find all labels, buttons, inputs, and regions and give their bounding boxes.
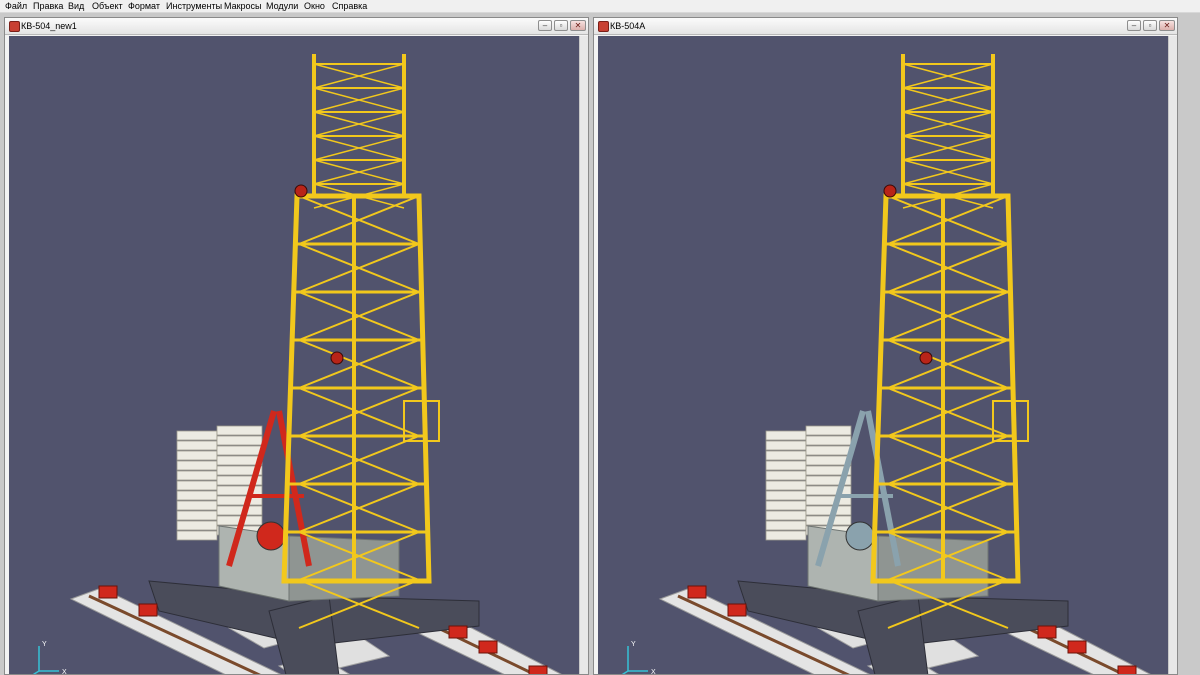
axis-label-x: X (651, 669, 656, 674)
3d-viewport[interactable]: YXZ (598, 36, 1168, 674)
close-button[interactable]: ✕ (570, 20, 586, 31)
restore-button[interactable]: ▫ (1143, 20, 1157, 31)
minimize-button[interactable]: – (1127, 20, 1141, 31)
menu-window[interactable]: Окно (304, 0, 325, 12)
axis-label-y: Y (631, 641, 636, 648)
menu-object[interactable]: Объект (92, 0, 123, 12)
minimize-button[interactable]: – (538, 20, 552, 31)
menu-format[interactable]: Формат (128, 0, 160, 12)
3d-viewport[interactable]: YXZ (9, 36, 579, 674)
vertical-scrollbar[interactable] (579, 36, 588, 674)
menu-macros[interactable]: Макросы (224, 0, 262, 12)
document-icon (9, 21, 20, 32)
menu-file[interactable]: Файл (5, 0, 27, 12)
menu-bar: Файл Правка Вид Объект Формат Инструмент… (0, 0, 1200, 13)
document-window: КВ-504А – ▫ ✕ YXZ (593, 17, 1178, 675)
window-title-bar[interactable]: КВ-504А – ▫ ✕ (594, 18, 1177, 35)
document-window: КВ-504_new1 – ▫ ✕ YXZ (4, 17, 589, 675)
window-title: КВ-504_new1 (21, 21, 77, 31)
counterweight-stack (765, 425, 852, 541)
menu-tools[interactable]: Инструменты (166, 0, 222, 12)
restore-button[interactable]: ▫ (554, 20, 568, 31)
mdi-workspace: КВ-504_new1 – ▫ ✕ YXZ КВ-504А – ▫ ✕ YXZ (0, 13, 1200, 675)
close-button[interactable]: ✕ (1159, 20, 1175, 31)
menu-view[interactable]: Вид (68, 0, 84, 12)
window-title: КВ-504А (610, 21, 646, 31)
axis-label-y: Y (42, 641, 47, 648)
axis-label-x: X (62, 669, 67, 674)
crane-3d-model: YXZ (621, 54, 1151, 674)
window-title-bar[interactable]: КВ-504_new1 – ▫ ✕ (5, 18, 588, 35)
menu-modules[interactable]: Модули (266, 0, 298, 12)
menu-help[interactable]: Справка (332, 0, 367, 12)
pulley-sheaves (294, 184, 344, 365)
coordinate-axis-icon: YXZ (32, 641, 67, 674)
menu-edit[interactable]: Правка (33, 0, 63, 12)
counterweight-stack (176, 425, 263, 541)
pulley-sheaves (883, 184, 933, 365)
crane-3d-model: YXZ (32, 54, 562, 674)
vertical-scrollbar[interactable] (1168, 36, 1177, 674)
document-icon (598, 21, 609, 32)
coordinate-axis-icon: YXZ (621, 641, 656, 674)
